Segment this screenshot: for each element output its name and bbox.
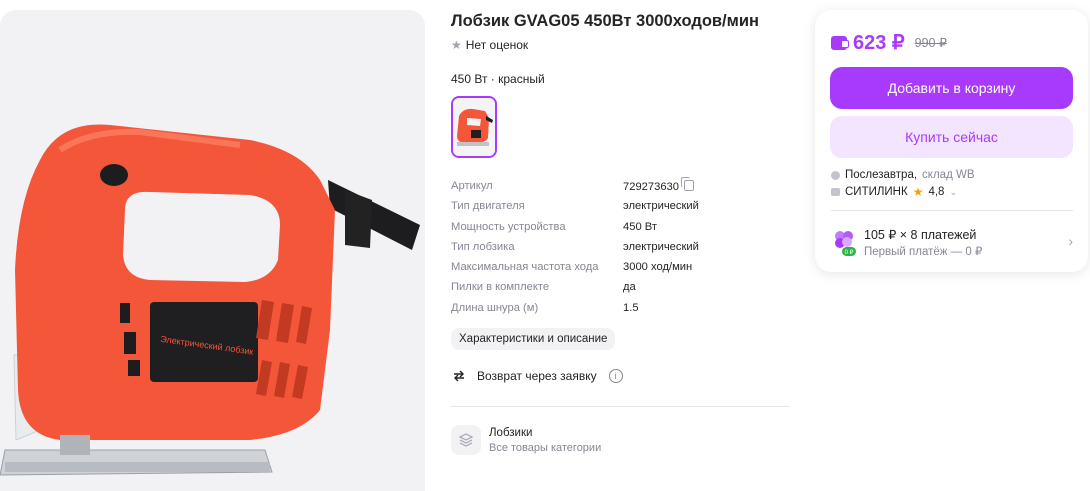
- divider: [831, 210, 1073, 211]
- thumbnail-jigsaw-icon: [453, 98, 495, 156]
- specs-description-button[interactable]: Характеристики и описание: [451, 328, 616, 350]
- return-text: Возврат через заявку: [477, 369, 597, 383]
- spec-value: 1.5: [623, 301, 639, 314]
- star-icon: ★: [451, 38, 462, 52]
- rating-text: Нет оценок: [465, 38, 529, 52]
- spec-value: да: [623, 281, 636, 294]
- spec-name: Тип двигателя: [451, 200, 525, 213]
- category-title: Лобзики: [489, 426, 533, 439]
- current-price: 623 ₽: [853, 32, 905, 54]
- add-to-cart-button[interactable]: Добавить в корзину: [830, 67, 1073, 109]
- box-icon: [831, 170, 840, 180]
- variant-label: 450 Вт · красный: [451, 72, 545, 86]
- product-image[interactable]: Электрический лобзик: [0, 10, 425, 491]
- spec-row: Мощность устройства 450 Вт: [451, 221, 791, 241]
- spec-name: Длина шнура (м): [451, 301, 539, 314]
- price-row: 623 ₽ 990 ₽: [831, 30, 947, 55]
- spec-name: Артикул: [451, 180, 493, 192]
- seller-info[interactable]: СИТИЛИНК ★ 4,8 ⌄: [831, 185, 957, 199]
- rating[interactable]: ★ Нет оценок: [451, 38, 528, 52]
- seller-name: СИТИЛИНК: [845, 186, 908, 198]
- spec-name: Пилки в комплекте: [451, 281, 550, 294]
- spec-row: Артикул 729273630: [451, 177, 791, 200]
- delivery-warehouse: склад WB: [922, 169, 975, 181]
- spec-value: 3000 ход/мин: [623, 261, 693, 274]
- specs-table: Артикул 729273630 Тип двигателя электрич…: [451, 177, 791, 322]
- spec-value: электрический: [623, 200, 699, 213]
- chevron-right-icon: ›: [1068, 233, 1073, 249]
- spec-row: Пилки в комплекте да: [451, 281, 791, 301]
- spec-value: 729273630: [623, 177, 694, 193]
- buy-now-button[interactable]: Купить сейчас: [830, 116, 1073, 158]
- info-icon[interactable]: i: [608, 369, 623, 383]
- spec-value: 450 Вт: [623, 220, 657, 233]
- shop-icon: [831, 188, 840, 196]
- delivery-info[interactable]: Послезавтра, склад WB: [831, 169, 975, 181]
- old-price: 990 ₽: [914, 36, 947, 50]
- category-subtitle: Все товары категории: [489, 441, 602, 454]
- divider: [451, 406, 789, 407]
- spec-name: Мощность устройства: [451, 220, 566, 233]
- delivery-day: Послезавтра,: [845, 169, 918, 181]
- variant-thumbnail[interactable]: [451, 96, 497, 158]
- installment-plan[interactable]: 0 ₽ 105 ₽ × 8 платежей Первый платёж — 0…: [831, 225, 1073, 261]
- installment-sub: Первый платёж — 0 ₽: [864, 246, 983, 258]
- spec-row: Тип лобзика электрический: [451, 241, 791, 261]
- spec-name: Тип лобзика: [451, 240, 515, 253]
- layers-icon: [451, 425, 481, 455]
- chevron-down-icon: ⌄: [949, 186, 957, 197]
- product-title: Лобзик GVAG05 450Вт 3000ходов/мин: [451, 12, 759, 30]
- installment-badge: 0 ₽: [845, 249, 854, 256]
- clover-installment-icon: 0 ₽: [835, 231, 856, 256]
- spec-row: Длина шнура (м) 1.5: [451, 302, 791, 322]
- return-arrows-icon: [454, 370, 464, 382]
- spec-value: электрический: [623, 240, 699, 253]
- wallet-icon: [831, 35, 849, 50]
- article-number: 729273630: [623, 181, 679, 193]
- seller-rating: 4,8: [928, 186, 945, 198]
- copy-icon[interactable]: [681, 177, 694, 191]
- spec-row: Максимальная частота хода 3000 ход/мин: [451, 261, 791, 281]
- spec-row: Тип двигателя электрический: [451, 200, 791, 220]
- buy-box: 623 ₽ 990 ₽ Добавить в корзину Купить се…: [815, 10, 1088, 272]
- category-link[interactable]: Лобзики Все товары категории: [451, 420, 789, 460]
- spec-name: Максимальная частота хода: [451, 261, 599, 274]
- star-icon: ★: [912, 185, 924, 199]
- jigsaw-illustration: Электрический лобзик: [0, 124, 420, 476]
- return-policy[interactable]: Возврат через заявку i: [451, 369, 623, 383]
- installment-main: 105 ₽ × 8 платежей: [864, 228, 977, 242]
